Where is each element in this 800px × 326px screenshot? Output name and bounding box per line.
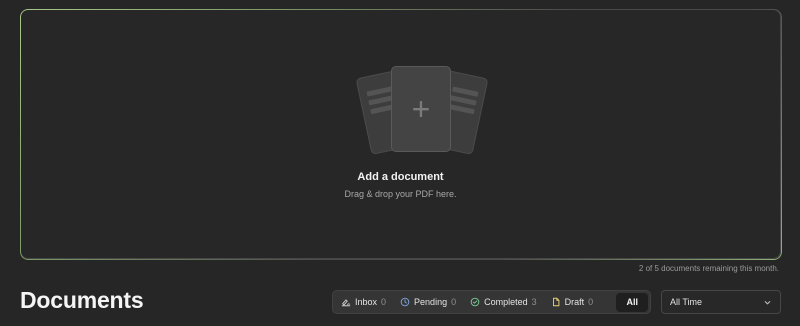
documents-remaining-text: 2 of 5 documents remaining this month. <box>638 264 779 273</box>
tab-draft[interactable]: Draft 0 <box>551 297 594 307</box>
tab-completed[interactable]: Completed 3 <box>470 297 537 307</box>
tab-pending-count: 0 <box>451 297 457 307</box>
document-stack-illustration: + <box>337 62 497 172</box>
period-select[interactable]: All Time <box>661 290 781 314</box>
tab-completed-count: 3 <box>531 297 537 307</box>
tab-inbox-count: 0 <box>381 297 387 307</box>
status-filter-tabs: Inbox 0 Pending 0 Completed 3 Draft 0 Al… <box>332 290 651 314</box>
tab-pending[interactable]: Pending 0 <box>400 297 456 307</box>
page-title: Documents <box>20 287 144 313</box>
tab-all[interactable]: All <box>616 292 648 312</box>
tab-completed-label: Completed <box>484 297 528 307</box>
period-select-value: All Time <box>670 297 703 307</box>
check-circle-icon <box>470 297 480 307</box>
tab-draft-label: Draft <box>564 297 585 307</box>
tab-pending-label: Pending <box>414 297 448 307</box>
inbox-signature-icon <box>341 297 351 307</box>
tab-all-label: All <box>626 297 638 307</box>
clock-icon <box>400 297 410 307</box>
dropzone-title: Add a document <box>357 171 444 183</box>
tab-draft-count: 0 <box>588 297 594 307</box>
tab-inbox[interactable]: Inbox 0 <box>341 297 386 307</box>
file-icon <box>551 297 561 307</box>
chevron-down-icon <box>763 298 772 307</box>
dropzone-subtitle: Drag & drop your PDF here. <box>344 189 457 199</box>
document-dropzone[interactable]: + Add a document Drag & drop your PDF he… <box>20 9 781 259</box>
plus-icon: + <box>411 91 431 127</box>
document-card-center: + <box>391 66 451 152</box>
tab-inbox-label: Inbox <box>355 297 378 307</box>
